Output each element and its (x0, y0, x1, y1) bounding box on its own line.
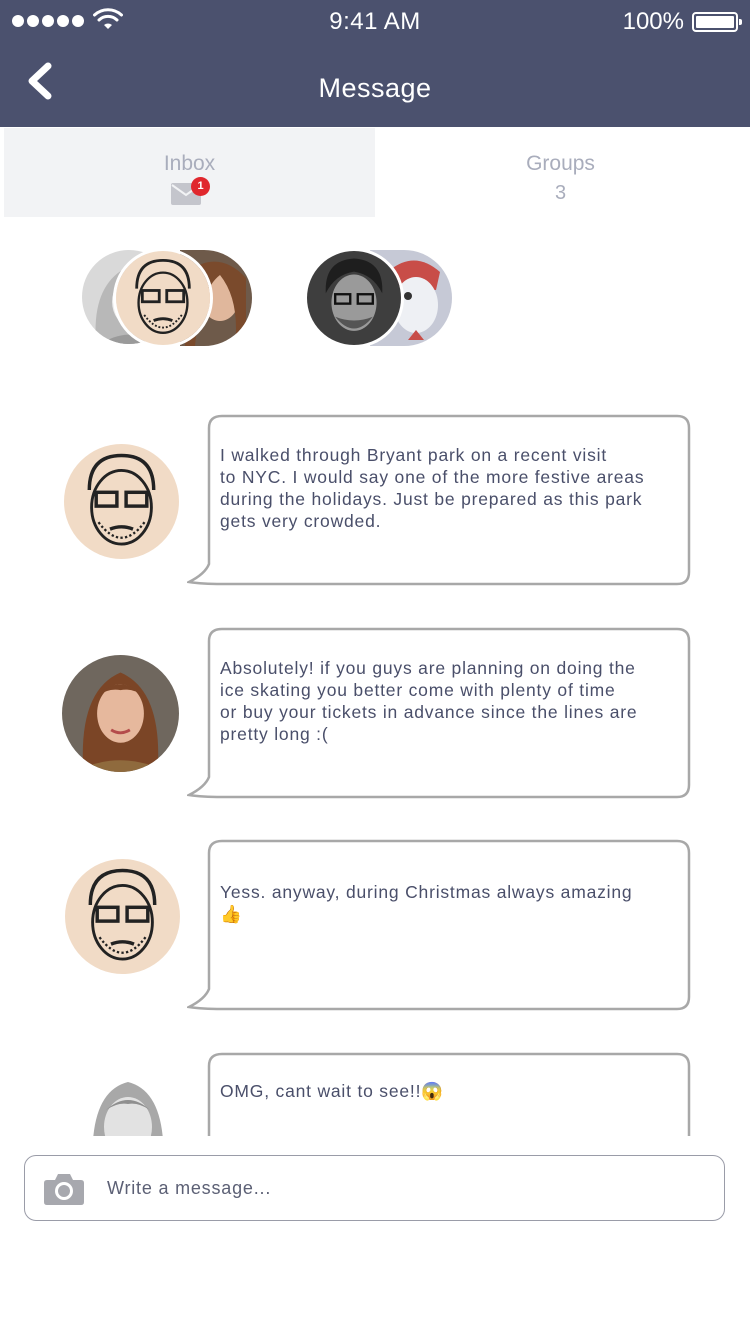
battery-percentage: 100% (622, 8, 684, 35)
message-bubble[interactable]: Absolutely! if you guys are planning on … (187, 627, 691, 801)
camera-icon[interactable] (43, 1172, 85, 1206)
message-composer (24, 1155, 725, 1221)
message-bubble[interactable]: I walked through Bryant park on a recent… (187, 414, 691, 588)
avatar-bearded-man (304, 248, 404, 348)
message-bubble[interactable]: OMG, cant wait to see!!😱 (187, 1052, 691, 1136)
tab-groups[interactable]: Groups 3 (375, 128, 746, 217)
unread-badge: 1 (191, 177, 210, 196)
page-title: Message (318, 73, 432, 103)
groups-count: 3 (554, 182, 567, 204)
avatar-blonde-woman[interactable] (78, 1072, 178, 1136)
tab-bar: Inbox 1 Groups 3 (4, 128, 746, 217)
message-text: I walked through Bryant park on a recent… (220, 445, 645, 531)
top-bar: 9:41 AM 100% Message (0, 0, 750, 127)
tab-inbox-label: Inbox (163, 152, 216, 175)
message-text: Absolutely! if you guys are planning on … (220, 658, 638, 744)
avatar-cartoon-man (113, 248, 213, 348)
battery-icon (692, 12, 742, 32)
status-bar: 9:41 AM 100% (0, 0, 750, 44)
avatar-cartoon-man[interactable] (65, 859, 180, 974)
avatar-brunette-woman[interactable] (62, 655, 179, 772)
message-input[interactable] (107, 1170, 707, 1206)
tab-groups-label: Groups (526, 152, 595, 175)
tab-inbox[interactable]: Inbox 1 (4, 128, 375, 217)
message-text: OMG, cant wait to see!!😱 (220, 1081, 444, 1101)
message-row: OMG, cant wait to see!!😱 (0, 1040, 750, 1136)
message-text: Yess. anyway, during Christmas always am… (220, 882, 633, 924)
avatar-cartoon-man[interactable] (64, 444, 179, 559)
message-bubble[interactable]: Yess. anyway, during Christmas always am… (187, 839, 691, 1013)
